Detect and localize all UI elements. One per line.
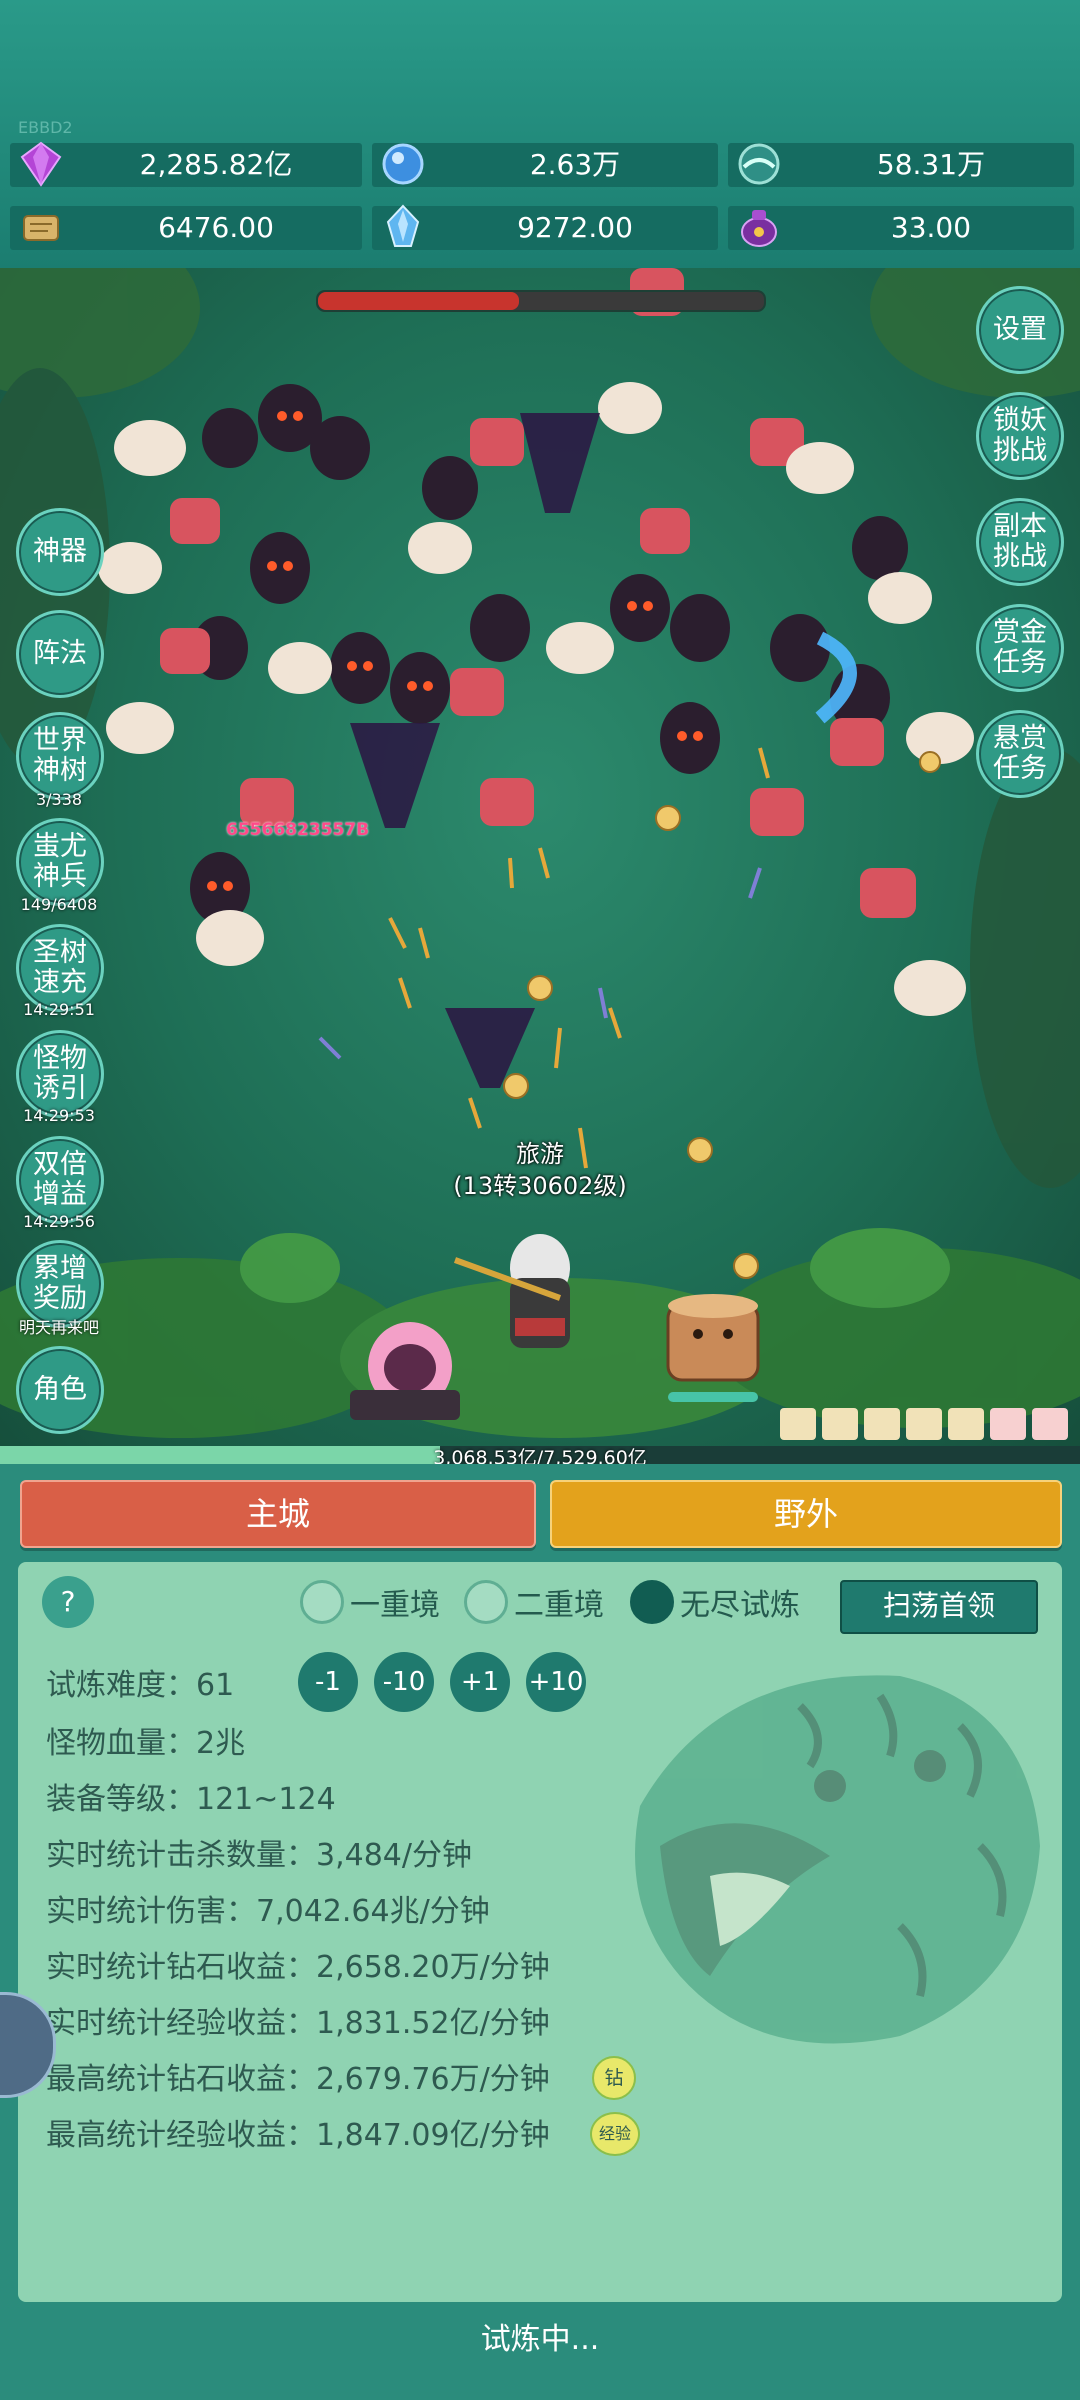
chiyou-weapon-progress: 149/6408 <box>20 895 98 914</box>
radio-indicator-selected <box>630 1580 674 1624</box>
dungeon-challenge-button[interactable]: 副本挑战 <box>976 498 1064 586</box>
tab-second-realm[interactable]: 二重境 <box>464 1576 604 1628</box>
difficulty-minus-1-button[interactable]: -1 <box>298 1652 358 1712</box>
formation-button[interactable]: 阵法 <box>16 610 104 698</box>
battle-field[interactable] <box>0 268 1080 1448</box>
boss-hp-fill <box>318 292 519 310</box>
double-buff-button[interactable]: 双倍增益 <box>16 1136 104 1224</box>
tree-boost-timer: 14:29:51 <box>23 1000 95 1019</box>
equip-level-stat: 装备等级：121~124 <box>46 1782 336 1817</box>
player-name: 旅游 <box>516 1140 564 1168</box>
monster-group <box>98 268 974 1016</box>
double-buff-timer: 14:29:56 <box>23 1212 95 1231</box>
world-tree-button[interactable]: 世界神树 <box>16 712 104 800</box>
battle-scene <box>0 268 1080 1440</box>
world-tree-progress: 3/338 <box>35 790 83 809</box>
damage-rate-stat: 实时统计伤害：7,042.64兆/分钟 <box>46 1894 490 1929</box>
difficulty-plus-10-button[interactable]: +10 <box>526 1652 586 1712</box>
resource-orbs[interactable]: 58.31万 <box>728 143 1074 187</box>
character-button[interactable]: 角色 <box>16 1346 104 1434</box>
player-level: (13转30602级) <box>453 1172 627 1200</box>
wild-button[interactable]: 野外 <box>550 1480 1062 1548</box>
purple-gem-icon <box>20 141 62 187</box>
resource-gems[interactable]: 2,285.82亿 <box>10 141 362 187</box>
scroll-icon <box>23 215 59 241</box>
radio-indicator <box>464 1580 508 1624</box>
resource-bar: EBBD2 2,285.82亿 2.63万 58.31万 6476.00 927… <box>0 0 1080 268</box>
resource-pouches[interactable]: 33.00 <box>728 206 1074 250</box>
ice-shard-icon <box>386 204 420 247</box>
sweep-boss-button[interactable]: 扫荡首领 <box>840 1580 1038 1634</box>
kill-rate-stat: 实时统计击杀数量：3,484/分钟 <box>46 1838 472 1873</box>
tab-first-realm[interactable]: 一重境 <box>300 1576 440 1628</box>
resource-shards[interactable]: 9272.00 <box>372 204 718 250</box>
difficulty-plus-1-button[interactable]: +1 <box>450 1652 510 1712</box>
purple-pouch-icon <box>741 210 777 247</box>
max-diamond-rate-stat: 最高统计钻石收益：2,679.76万/分钟 <box>46 2062 550 2097</box>
monster-lure-button[interactable]: 怪物诱引 <box>16 1030 104 1118</box>
blue-crystal-icon <box>382 143 424 185</box>
diamond-rate-stat: 实时统计钻石收益：2,658.20万/分钟 <box>46 1950 550 1985</box>
resource-scrolls[interactable]: 6476.00 <box>10 206 362 250</box>
exp-badge-icon: 经验 <box>590 2112 640 2156</box>
monster-hp-stat: 怪物血量：2兆 <box>46 1726 246 1761</box>
tree-boost-button[interactable]: 圣树速充 <box>16 924 104 1012</box>
resource-crystals[interactable]: 2.63万 <box>372 143 718 187</box>
diamond-badge-icon: 钻 <box>592 2056 636 2100</box>
main-city-button[interactable]: 主城 <box>20 1480 536 1548</box>
bounty-quest-button[interactable]: 赏金任务 <box>976 604 1064 692</box>
tab-endless-trial[interactable]: 无尽试炼 <box>630 1576 800 1628</box>
build-tag: EBBD2 <box>18 118 73 137</box>
exp-rate-stat: 实时统计经验收益：1,831.52亿/分钟 <box>46 2006 550 2041</box>
radio-indicator <box>300 1580 344 1624</box>
wanted-quest-button[interactable]: 悬赏任务 <box>976 710 1064 798</box>
boss-hp-bar <box>316 290 766 312</box>
settings-button[interactable]: 设置 <box>976 286 1064 374</box>
help-button[interactable]: ? <box>42 1576 94 1628</box>
difficulty-label: 试炼难度：61 <box>46 1668 235 1703</box>
max-exp-rate-stat: 最高统计经验收益：1,847.09亿/分钟 <box>46 2118 550 2153</box>
demon-lock-challenge-button[interactable]: 锁妖挑战 <box>976 392 1064 480</box>
trial-status: 试炼中... <box>480 2322 600 2357</box>
damage-number: 65566823557B <box>226 820 370 840</box>
difficulty-value: 61 <box>196 1668 235 1703</box>
difficulty-minus-10-button[interactable]: -10 <box>374 1652 434 1712</box>
monster-lure-timer: 14:29:53 <box>23 1106 95 1125</box>
cumulative-reward-note: 明天再来吧 <box>18 1318 99 1337</box>
chiyou-weapon-button[interactable]: 蚩尤神兵 <box>16 818 104 906</box>
teal-orb-icon <box>738 143 780 185</box>
artifact-button[interactable]: 神器 <box>16 508 104 596</box>
